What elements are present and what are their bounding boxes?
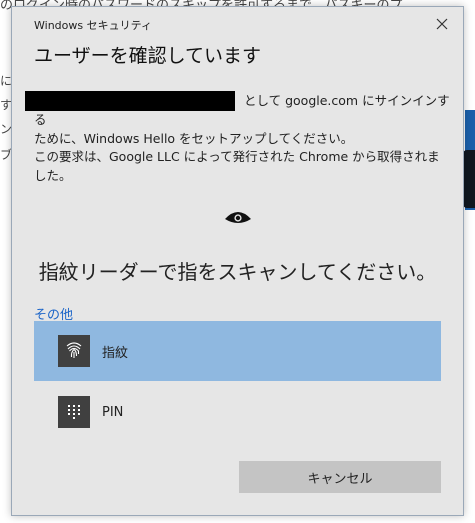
close-button[interactable] — [431, 13, 453, 35]
pin-keypad-icon — [58, 396, 90, 428]
background-graphic — [463, 150, 475, 208]
redacted-account — [25, 91, 235, 111]
eye-icon — [225, 212, 251, 223]
scan-prompt: 指紋リーダーで指をスキャンしてください。 — [38, 260, 437, 284]
dialog-heading: ユーザーを確認しています — [34, 45, 262, 67]
message-line-2: ために、Windows Hello をセットアップしてください。 — [34, 131, 354, 146]
option-fingerprint[interactable]: 指紋 — [34, 321, 441, 381]
request-source-message: この要求は、Google LLC によって発行された Chrome から取得され… — [34, 149, 440, 183]
close-icon — [436, 18, 448, 30]
cancel-button[interactable]: キャンセル — [239, 461, 441, 493]
window-title: Windows セキュリティ — [34, 19, 152, 32]
title-bar: Windows セキュリティ — [12, 7, 463, 37]
option-label: PIN — [102, 404, 124, 420]
fingerprint-icon — [58, 335, 90, 367]
windows-security-dialog: Windows セキュリティ ユーザーを確認しています として google.c… — [11, 6, 464, 516]
option-pin[interactable]: PIN — [34, 382, 441, 442]
option-label: 指紋 — [102, 345, 129, 361]
